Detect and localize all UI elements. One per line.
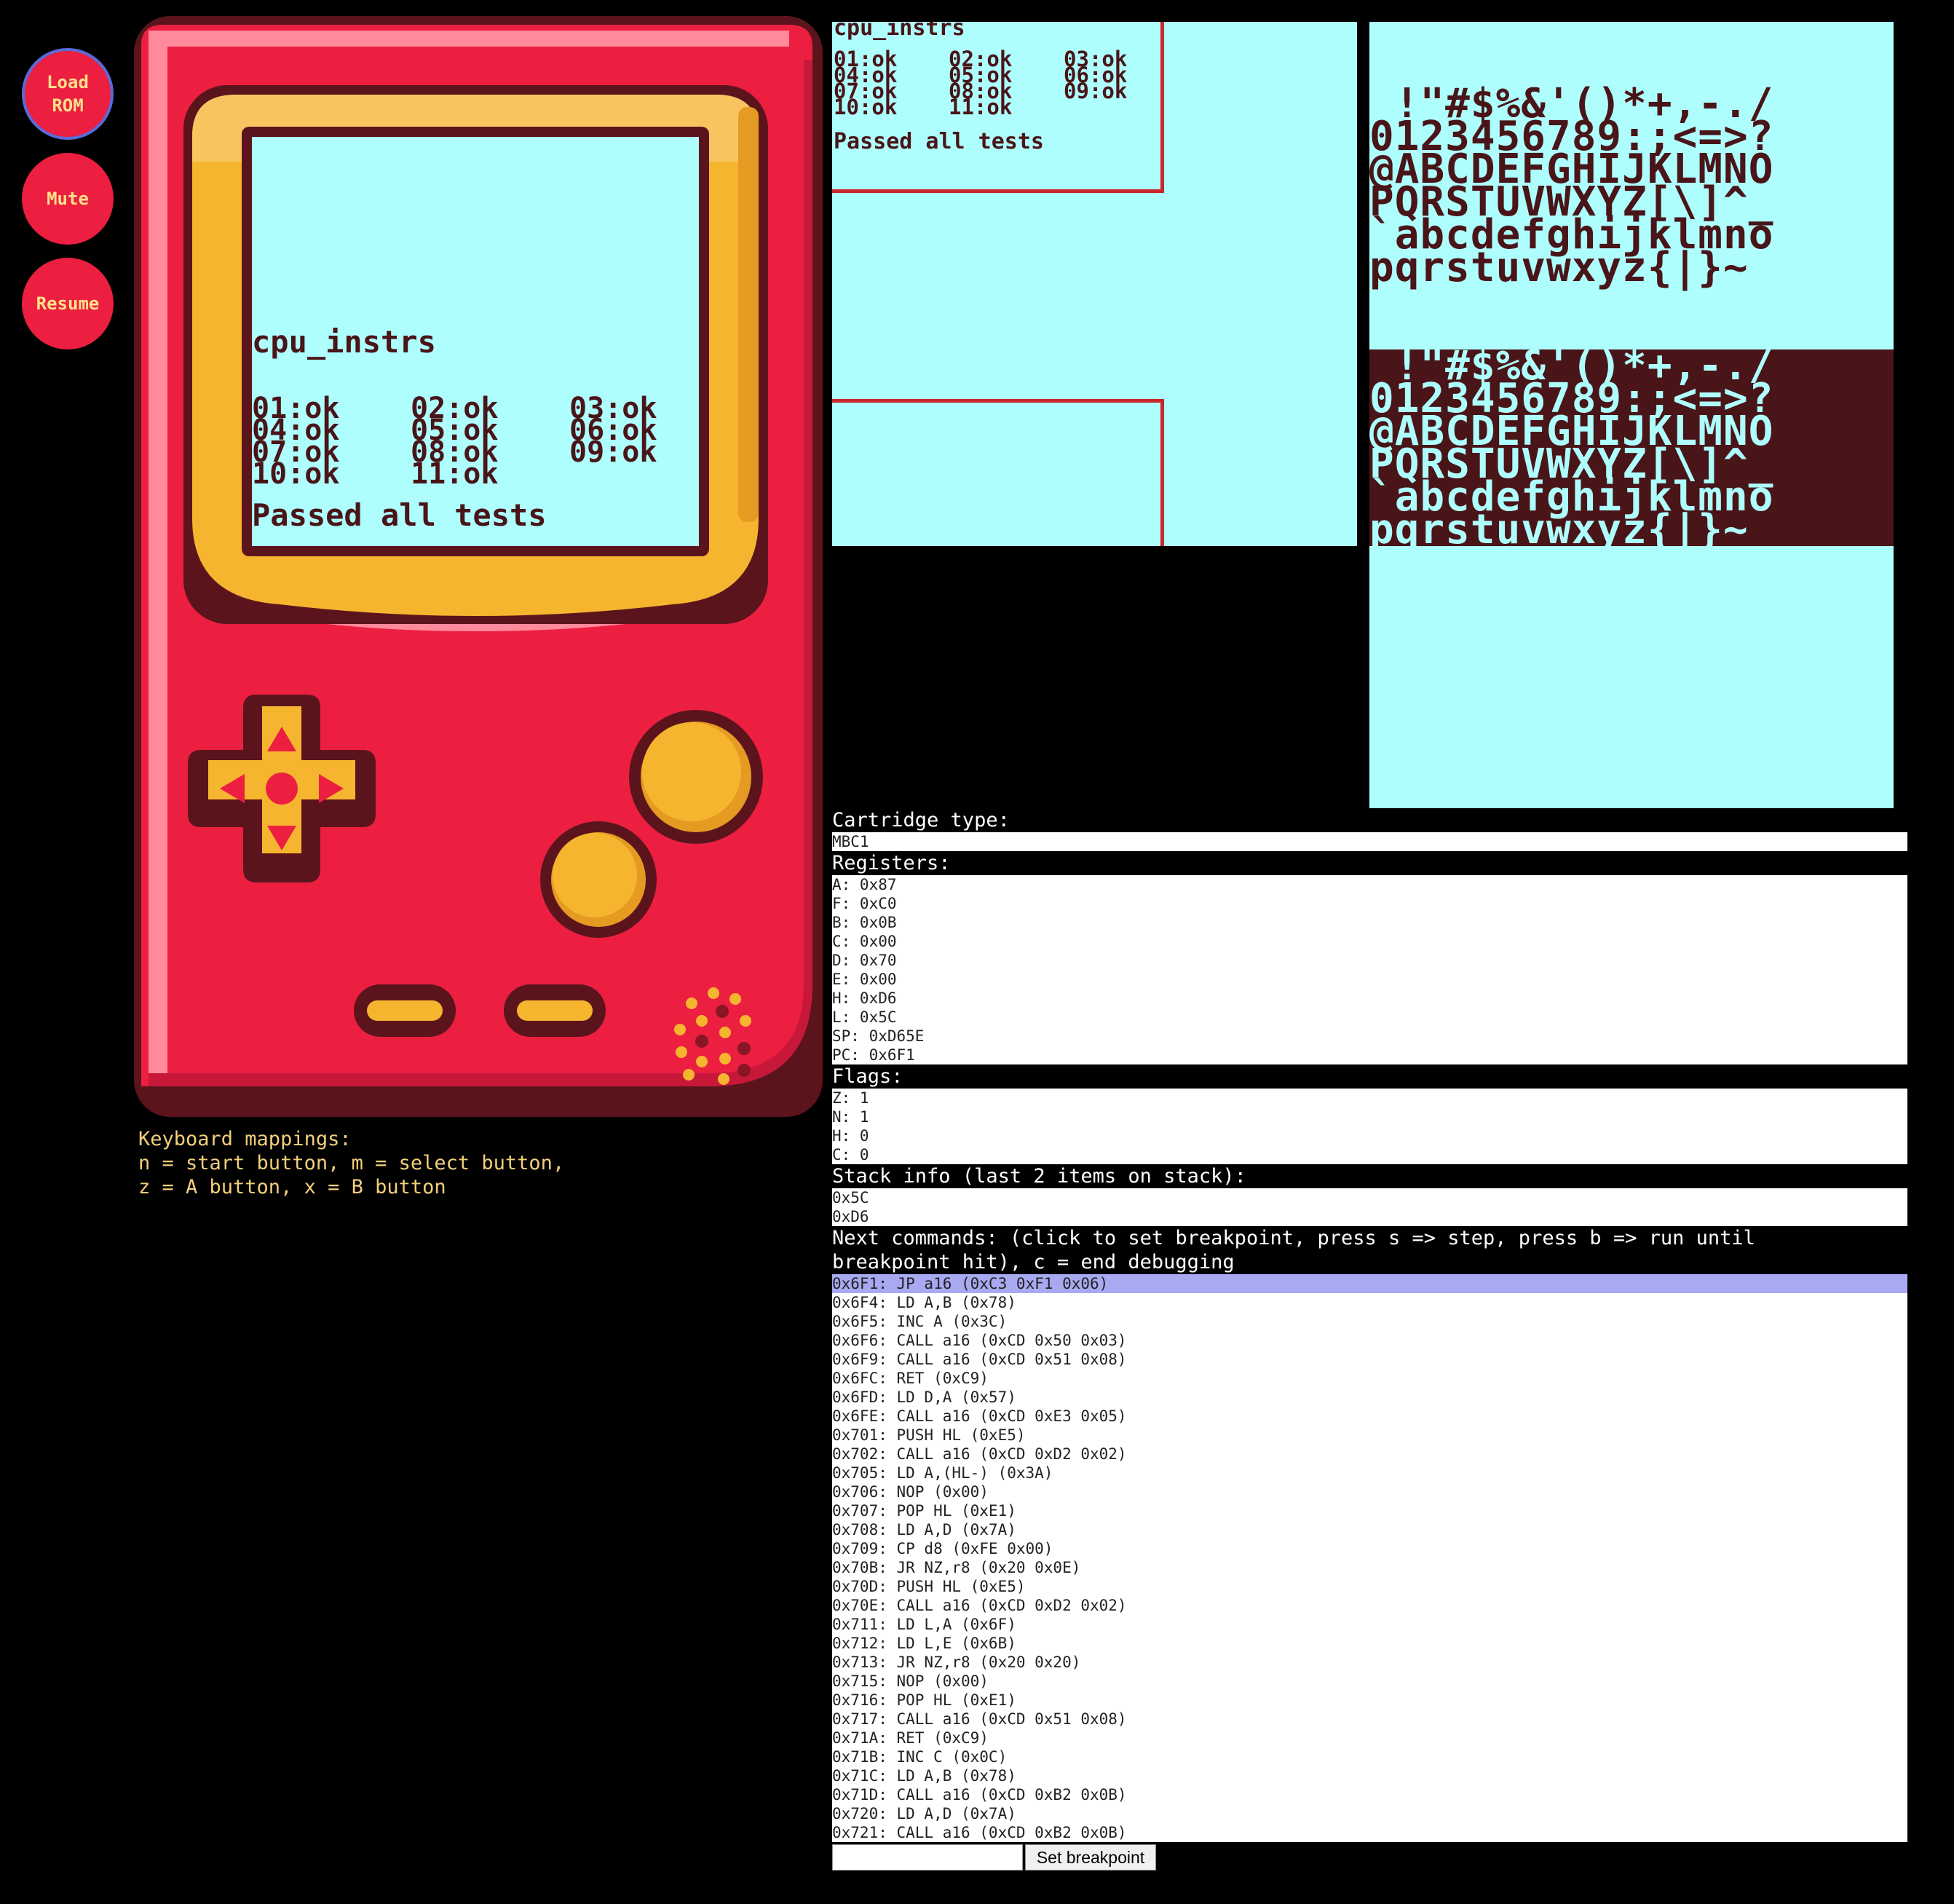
register-row: A: 0x87 [832, 876, 897, 893]
command-row[interactable]: 0x71B: INC C (0x0C) [832, 1747, 1907, 1766]
command-row[interactable]: 0x6F4: LD A,B (0x78) [832, 1293, 1907, 1312]
commands-list[interactable]: 0x6F1: JP a16 (0xC3 0xF1 0x06) 0x6F4: LD … [832, 1274, 1907, 1842]
command-row[interactable]: 0x711: LD L,A (0x6F) [832, 1615, 1907, 1634]
register-row: SP: 0xD65E [832, 1027, 925, 1045]
screen-result: 11:ok [411, 457, 498, 491]
flag-row: H: 0 [832, 1127, 869, 1145]
command-row[interactable]: 0x6F5: INC A (0x3C) [832, 1312, 1907, 1331]
background-map-viewer: cpu_instrs 01:ok 02:ok 03:ok 04:ok 05:ok 06:o… [832, 22, 1357, 546]
command-row[interactable]: 0x6FC: RET (0xC9) [832, 1369, 1907, 1388]
stack-item: 0x5C [832, 1189, 869, 1206]
tile-row: pqrstuvwxyz{|}~ [1369, 244, 1749, 291]
command-row[interactable]: 0x71A: RET (0xC9) [832, 1729, 1907, 1747]
command-row[interactable]: 0x701: PUSH HL (0xE5) [832, 1426, 1907, 1445]
command-row[interactable]: 0x708: LD A,D (0x7A) [832, 1520, 1907, 1539]
screen-summary: Passed all tests [252, 497, 547, 533]
resume-button[interactable]: Resume [22, 258, 114, 349]
screen-result: 10:ok [252, 457, 339, 491]
select-button[interactable] [354, 984, 456, 1037]
register-row: L: 0x5C [832, 1008, 897, 1026]
register-row: PC: 0x6F1 [832, 1046, 915, 1064]
screen-title: cpu_instrs [252, 324, 436, 360]
b-button[interactable] [540, 821, 657, 938]
tile-set-dark: !"#$%&'()*+,-./0123456789:;<=>? @ABCDEFGH… [1369, 346, 1894, 553]
keyboard-line: z = A button, x = B button [138, 1176, 446, 1198]
game-screen: cpu_instrs 01:ok 02:ok 03:ok04:ok 05:ok 06:o… [252, 137, 699, 546]
cartridge-type-value: MBC1 [832, 833, 869, 850]
flag-row: Z: 1 [832, 1089, 869, 1107]
viewport-rect-bottom [832, 399, 1164, 546]
register-row: C: 0x00 [832, 933, 897, 950]
command-row[interactable]: 0x712: LD L,E (0x6B) [832, 1634, 1907, 1653]
flag-row: N: 1 [832, 1108, 869, 1126]
commands-label: Next commands: (click to set breakpoint,… [832, 1227, 1755, 1273]
command-row[interactable]: 0x713: JR NZ,r8 (0x20 0x20) [832, 1653, 1907, 1672]
command-row[interactable]: 0x707: POP HL (0xE1) [832, 1501, 1907, 1520]
command-row[interactable]: 0x70D: PUSH HL (0xE5) [832, 1577, 1907, 1596]
command-row[interactable]: 0x702: CALL a16 (0xCD 0xD2 0x02) [832, 1445, 1907, 1463]
registers-label: Registers: [832, 852, 951, 874]
command-row[interactable]: 0x6F6: CALL a16 (0xCD 0x50 0x03) [832, 1331, 1907, 1350]
command-row[interactable]: 0x715: NOP (0x00) [832, 1672, 1907, 1691]
command-row[interactable]: 0x716: POP HL (0xE1) [832, 1691, 1907, 1710]
command-row[interactable]: 0x721: CALL a16 (0xCD 0xB2 0x0B) [832, 1823, 1907, 1842]
gameboy-device: cpu_instrs 01:ok 02:ok 03:ok04:ok 05:ok 06:o… [134, 16, 823, 1117]
command-row[interactable]: 0x706: NOP (0x00) [832, 1482, 1907, 1501]
command-row[interactable]: 0x6F1: JP a16 (0xC3 0xF1 0x06) [832, 1274, 1907, 1293]
dpad-center [266, 773, 298, 805]
cartridge-type-box: MBC1 [832, 832, 1907, 851]
tile-row: pqrstuvwxyz{|}~ [1369, 506, 1749, 553]
cartridge-type-label: Cartridge type: [832, 809, 1010, 831]
a-button[interactable] [629, 710, 763, 844]
tile-set-light: !"#$%&'()*+,-./0123456789:;<=>? @ABCDEFGH… [1369, 22, 1894, 349]
flag-row: C: 0 [832, 1146, 869, 1164]
keyboard-mappings: Keyboard mappings: n = start button, m = … [138, 1127, 564, 1199]
register-row: H: 0xD6 [832, 989, 897, 1007]
command-row[interactable]: 0x70B: JR NZ,r8 (0x20 0x0E) [832, 1558, 1907, 1577]
command-row[interactable]: 0x71C: LD A,B (0x78) [832, 1766, 1907, 1785]
start-button[interactable] [504, 984, 606, 1037]
breakpoint-input[interactable] [832, 1844, 1023, 1871]
stack-item: 0xD6 [832, 1208, 869, 1225]
register-row: B: 0x0B [832, 914, 897, 931]
keyboard-line: Keyboard mappings: [138, 1128, 352, 1150]
viewport-rect-top [832, 22, 1164, 193]
screen-result: 09:ok [569, 435, 657, 469]
command-row[interactable]: 0x720: LD A,D (0x7A) [832, 1804, 1907, 1823]
command-row[interactable]: 0x6FD: LD D,A (0x57) [832, 1388, 1907, 1407]
tile-data-viewer: !"#$%&'()*+,-./0123456789:;<=>? @ABCDEFGH… [1369, 22, 1894, 808]
mute-button[interactable]: Mute [22, 153, 114, 245]
set-breakpoint-button[interactable]: Set breakpoint [1025, 1844, 1156, 1871]
stack-box: 0x5C 0xD6 [832, 1188, 1907, 1226]
command-row[interactable]: 0x705: LD A,(HL-) (0x3A) [832, 1463, 1907, 1482]
command-row[interactable]: 0x71D: CALL a16 (0xCD 0xB2 0x0B) [832, 1785, 1907, 1804]
register-row: F: 0xC0 [832, 895, 897, 912]
command-row[interactable]: 0x6FE: CALL a16 (0xCD 0xE3 0x05) [832, 1407, 1907, 1426]
register-row: E: 0x00 [832, 971, 897, 988]
keyboard-line: n = start button, m = select button, [138, 1152, 565, 1174]
stack-label: Stack info (last 2 items on stack): [832, 1165, 1246, 1188]
flags-label: Flags: [832, 1065, 903, 1088]
registers-box: A: 0x87 F: 0xC0 B: 0x0B C: 0x00 D: 0x70 E: 0x… [832, 875, 1907, 1064]
command-row[interactable]: 0x70E: CALL a16 (0xCD 0xD2 0x02) [832, 1596, 1907, 1615]
command-row[interactable]: 0x6F9: CALL a16 (0xCD 0x51 0x08) [832, 1350, 1907, 1369]
load-rom-button[interactable]: Load ROM [22, 48, 114, 140]
command-row[interactable]: 0x709: CP d8 (0xFE 0x00) [832, 1539, 1907, 1558]
flags-box: Z: 1 N: 1 H: 0 C: 0 [832, 1089, 1907, 1164]
command-row[interactable]: 0x717: CALL a16 (0xCD 0x51 0x08) [832, 1710, 1907, 1729]
register-row: D: 0x70 [832, 952, 897, 969]
